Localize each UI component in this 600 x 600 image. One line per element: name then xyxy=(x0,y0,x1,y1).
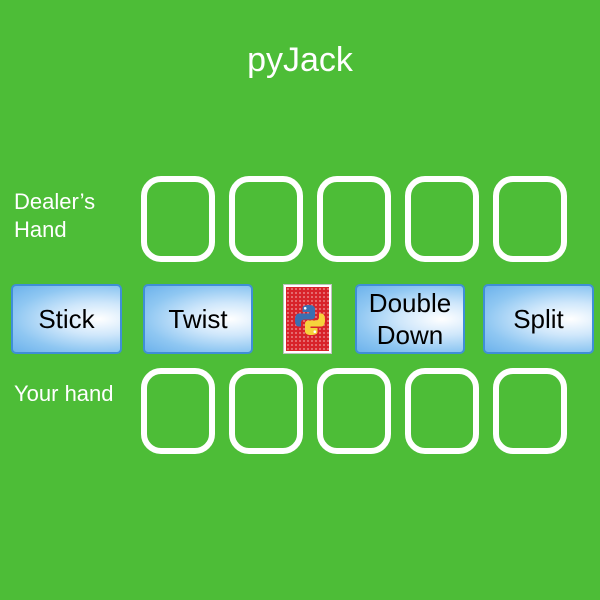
split-button[interactable]: Split xyxy=(483,284,594,354)
deck-card[interactable] xyxy=(283,284,332,354)
dealer-label-line2: Hand xyxy=(14,217,67,242)
double-down-line2: Down xyxy=(376,320,444,350)
dealer-card-slot-3 xyxy=(317,176,391,262)
dealer-card-slot-4 xyxy=(405,176,479,262)
player-card-slot-4 xyxy=(405,368,479,454)
your-hand-label: Your hand xyxy=(14,381,114,406)
dealer-card-slot-2 xyxy=(229,176,303,262)
dealer-card-slot-1 xyxy=(141,176,215,262)
player-card-slot-1 xyxy=(141,368,215,454)
double-down-button[interactable]: Double Down xyxy=(355,284,465,354)
player-card-slot-2 xyxy=(229,368,303,454)
game-title: pyJack xyxy=(247,41,353,79)
stick-button[interactable]: Stick xyxy=(11,284,122,354)
dealer-card-slot-5 xyxy=(493,176,567,262)
player-card-slot-5 xyxy=(493,368,567,454)
double-down-line1: Double xyxy=(368,288,452,318)
dealer-hand-label: Dealer’s Hand xyxy=(14,188,124,244)
dealer-label-line1: Dealer’s xyxy=(14,189,96,214)
python-logo-icon xyxy=(295,305,325,335)
card-back xyxy=(286,287,329,351)
twist-button[interactable]: Twist xyxy=(143,284,253,354)
player-card-slot-3 xyxy=(317,368,391,454)
